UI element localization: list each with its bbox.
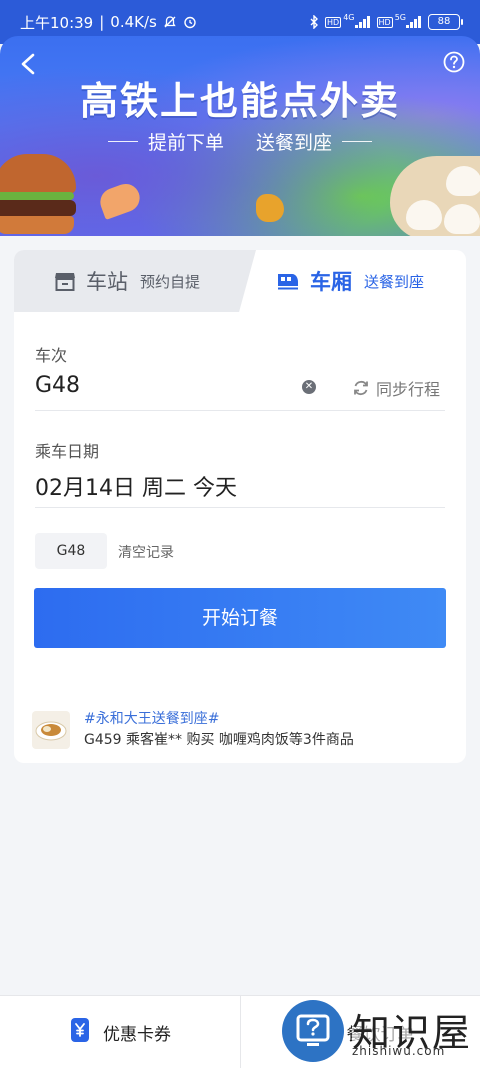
travel-date-field[interactable]: 02月14日 周二 今天 [35,470,237,502]
tab-station-sub: 预约自提 [140,272,201,291]
train-number-label: 车次 [35,346,68,365]
banner-title: 高铁上也能点外卖 [79,79,400,123]
store-icon [54,271,76,291]
feed-title: #永和大王送餐到座# [84,711,220,727]
food-thumbnail [32,711,70,749]
banner-subtitle: 提前下单 送餐到座 [0,128,480,155]
order-feed-item[interactable]: #永和大王送餐到座# G459 乘客崔** 购买 咖喱鸡肉饭等3件商品 [32,708,452,752]
signal-4g-icon: HD 4G [325,13,370,28]
battery-icon: 88 [428,14,463,30]
mute-icon [163,15,177,29]
feed-description: G459 乘客崔** 购买 咖喱鸡肉饭等3件商品 [84,732,354,748]
clear-history-button[interactable]: 清空记录 [118,542,174,562]
start-order-button[interactable]: 开始订餐 [34,588,446,648]
network-speed: 0.4K/s [110,13,157,31]
tab-carriage-label: 车厢 [310,270,352,294]
dumplings-image [390,156,480,236]
refresh-icon [354,380,368,396]
coupons-button[interactable]: 优惠卡券 [0,996,240,1068]
status-time: 上午10:39 [20,13,94,32]
orders-button[interactable]: 餐饮订单 [241,996,480,1068]
coupon-icon [69,1017,91,1047]
shrimp-image [96,180,146,226]
orders-label: 餐饮订单 [346,1024,415,1045]
bluetooth-icon [309,15,319,29]
train-car-icon [276,272,300,290]
tab-carriage[interactable]: 车厢 送餐到座 [246,250,466,312]
history-chip[interactable]: G48 [35,533,107,569]
coupons-label: 优惠卡券 [103,1024,171,1045]
travel-date-label: 乘车日期 [35,442,100,461]
burger-image [0,154,76,234]
delivery-tabs: 车站 预约自提 车厢 送餐到座 [14,250,466,312]
sync-trip-label: 同步行程 [376,380,441,399]
promo-banner: 高铁上也能点外卖 提前下单 送餐到座 [0,36,480,236]
bottom-bar: 优惠卡券 餐饮订单 [0,995,480,1068]
nugget-image [256,194,284,222]
signal-5g-icon: HD 5G [376,13,422,28]
divider [35,410,445,411]
tab-station[interactable]: 车站 预约自提 [14,250,256,312]
alarm-icon [183,15,197,29]
train-number-input[interactable]: G48 [35,373,80,398]
tab-station-label: 车站 [86,270,128,294]
banner-sub-right: 送餐到座 [256,132,333,154]
divider [35,507,445,508]
sync-trip-button[interactable]: 同步行程 [352,376,440,400]
order-card: 车站 预约自提 车厢 送餐到座 车次 G48 乘车日期 02月14日 周二 今天… [14,250,466,763]
banner-sub-left: 提前下单 [147,132,224,154]
tab-carriage-sub: 送餐到座 [364,272,425,291]
clear-input-button[interactable]: ✕ [302,380,316,394]
